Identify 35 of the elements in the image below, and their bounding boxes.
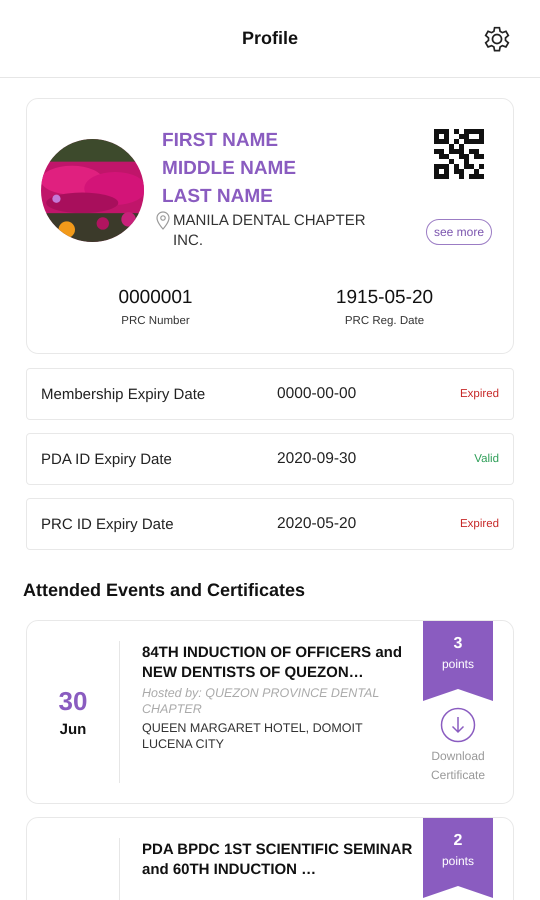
event-venue: QUEEN MARGARET HOTEL, DOMOIT LUCENA CITY [142,720,364,752]
expiry-label: Membership Expiry Date [41,386,206,402]
points-value: 2 [454,832,462,850]
event-title: PDA BPDC 1ST SCIENTIFIC SEMINAR and 60TH INDUCTION … [142,840,414,880]
expiry-label: PDA ID Expiry Date [41,450,173,468]
event-card[interactable]: 30 Jun 84TH INDUCTION OF OFFICERS and NEW DENTISTS OF QUEZON… Hosted by: QUEZON PROVINCE DENTAL CHAPTER QUEEN MARGARET HOTEL, DOMOIT LUCENA CITY 3 points Download Certificate [26,620,514,804]
status-text: Expired [460,518,499,530]
expiry-date: 0000-00-00 [277,385,358,403]
page-title: Profile [242,28,298,49]
see-more-button[interactable]: see more [426,219,492,245]
stat-label: PRC Reg. Date [344,315,424,327]
stat-value: 1915-05-20 [336,287,434,309]
points-label: points [442,854,474,868]
middle-name: MIDDLE NAME [162,157,298,181]
event-day: 30 [58,686,88,717]
expiry-date: 2020-05-20 [277,515,358,533]
status-text: Expired [460,388,499,400]
event-card[interactable]: PDA BPDC 1ST SCIENTIFIC SEMINAR and 60TH INDUCTION … 2 points [26,817,514,900]
status-text: Valid [474,453,499,465]
points-label: points [442,657,474,671]
event-host: Hosted by: QUEZON PROVINCE DENTAL CHAPTER [142,685,380,717]
expiry-date: 2020-09-30 [277,450,358,468]
first-name: FIRST NAME [162,129,280,153]
location-pin-icon [156,211,170,231]
section-heading: Attended Events and Certificates [23,580,306,602]
download-icon [440,707,476,743]
qr-code-icon[interactable] [434,129,484,179]
last-name: LAST NAME [162,185,274,209]
chapter-name: MANILA DENTAL CHAPTER INC. [173,211,367,251]
event-title: 84TH INDUCTION OF OFFICERS and NEW DENTISTS OF QUEZON… [142,643,404,683]
points-value: 3 [454,635,462,653]
stat-value: 0000001 [118,287,192,309]
expiry-label: PRC ID Expiry Date [41,516,175,532]
event-month: Jun [60,721,86,738]
stat-label: PRC Number [121,315,190,327]
